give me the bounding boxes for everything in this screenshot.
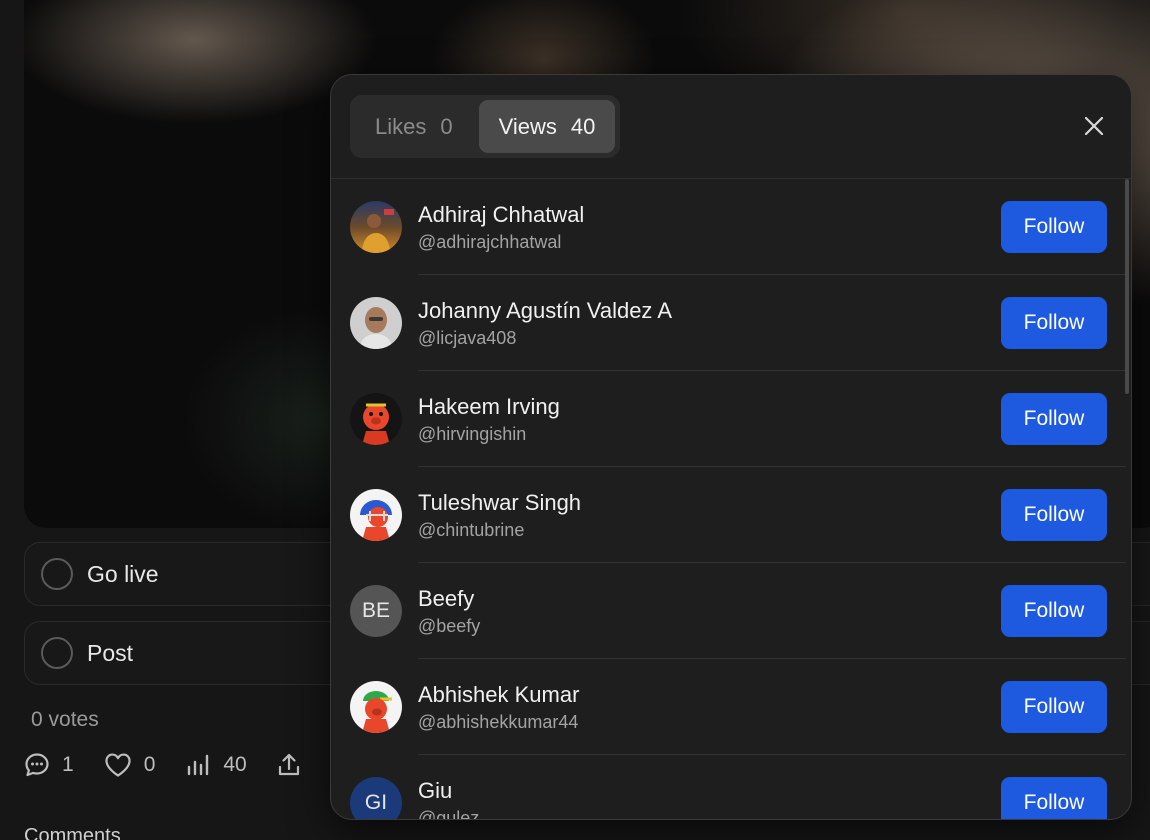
engagement-tabs: Likes 0 Views 40 — [350, 95, 621, 158]
go-live-label: Go live — [87, 560, 159, 587]
post-stats: 1 0 40 — [24, 752, 343, 778]
tab-views-label: Views — [498, 113, 557, 139]
avatar-initials: GI — [364, 791, 388, 814]
user-handle: @hirvingishin — [418, 424, 527, 444]
avatar-initials: BE — [361, 599, 390, 622]
user-name[interactable]: Giu — [418, 778, 452, 804]
close-button[interactable] — [1079, 111, 1109, 141]
post-page: Go live Post 0 votes 1 0 40 Comments Lik… — [0, 0, 1150, 840]
tab-views[interactable]: Views 40 — [478, 100, 616, 153]
list-item[interactable]: GI Giu @gulez Follow — [331, 755, 1126, 819]
heart-icon — [105, 753, 131, 777]
user-name[interactable]: Johanny Agustín Valdez A — [418, 298, 672, 324]
user-name[interactable]: Abhishek Kumar — [418, 682, 579, 708]
user-name[interactable]: Beefy — [418, 586, 474, 612]
modal-header: Likes 0 Views 40 — [331, 75, 1131, 179]
user-handle: @licjava408 — [418, 328, 517, 348]
comments-count: 1 — [62, 753, 74, 776]
share-icon — [278, 753, 299, 776]
user-name[interactable]: Tuleshwar Singh — [418, 490, 581, 516]
comment-bubble-icon — [25, 753, 49, 777]
follow-button[interactable]: Follow — [1001, 489, 1107, 541]
follow-button[interactable]: Follow — [1001, 201, 1107, 253]
list-item[interactable]: Johanny Agustín Valdez A @licjava408 Fol… — [331, 275, 1126, 371]
list-item[interactable]: Adhiraj Chhatwal @adhirajchhatwal Follow — [331, 179, 1126, 275]
follow-button[interactable]: Follow — [1001, 777, 1107, 819]
list-item[interactable]: Tuleshwar Singh @chintubrine Follow — [331, 467, 1126, 563]
comments-stat[interactable]: 1 — [24, 752, 74, 778]
share-stat[interactable] — [277, 752, 313, 778]
tab-likes[interactable]: Likes 0 — [355, 100, 473, 153]
user-name[interactable]: Hakeem Irving — [418, 394, 560, 420]
avatar[interactable] — [350, 681, 402, 733]
tab-views-count: 40 — [570, 113, 596, 139]
likes-count: 0 — [143, 753, 156, 776]
likes-stat[interactable]: 0 — [104, 752, 156, 778]
user-handle: @beefy — [418, 616, 481, 636]
list-item[interactable]: Abhishek Kumar @abhishekkumar44 Follow — [331, 659, 1126, 755]
user-handle: @abhishekkumar44 — [418, 712, 579, 732]
votes-count: 0 votes — [31, 708, 99, 731]
comments-heading: Comments — [24, 825, 121, 840]
avatar[interactable] — [350, 297, 402, 349]
radio-circle-icon[interactable] — [41, 637, 73, 669]
radio-circle-icon[interactable] — [41, 558, 73, 590]
follow-button[interactable]: Follow — [1001, 393, 1107, 445]
avatar[interactable] — [350, 489, 402, 541]
follow-button[interactable]: Follow — [1001, 681, 1107, 733]
follow-button[interactable]: Follow — [1001, 297, 1107, 349]
avatar[interactable]: BE — [350, 585, 402, 637]
user-handle: @gulez — [418, 808, 480, 819]
close-icon — [1084, 116, 1104, 136]
avatar[interactable] — [350, 393, 402, 445]
engagement-modal: Likes 0 Views 40 Adhiraj Chhatwal @adhir… — [330, 74, 1132, 820]
follow-button[interactable]: Follow — [1001, 585, 1107, 637]
user-handle: @adhirajchhatwal — [418, 232, 562, 252]
tab-likes-count: 0 — [440, 113, 453, 139]
views-count: 40 — [223, 753, 247, 776]
avatar[interactable]: GI — [350, 777, 402, 819]
views-stat[interactable]: 40 — [185, 752, 247, 778]
post-label: Post — [87, 639, 134, 666]
list-item[interactable]: BE Beefy @beefy Follow — [331, 563, 1126, 659]
viewer-list: Adhiraj Chhatwal @adhirajchhatwal Follow… — [331, 179, 1126, 819]
scrollbar[interactable] — [1125, 179, 1129, 394]
bar-chart-icon — [188, 754, 209, 776]
avatar[interactable] — [350, 201, 402, 253]
user-name[interactable]: Adhiraj Chhatwal — [418, 202, 584, 228]
list-item[interactable]: Hakeem Irving @hirvingishin Follow — [331, 371, 1126, 467]
user-handle: @chintubrine — [418, 520, 525, 540]
tab-likes-label: Likes — [375, 113, 427, 139]
